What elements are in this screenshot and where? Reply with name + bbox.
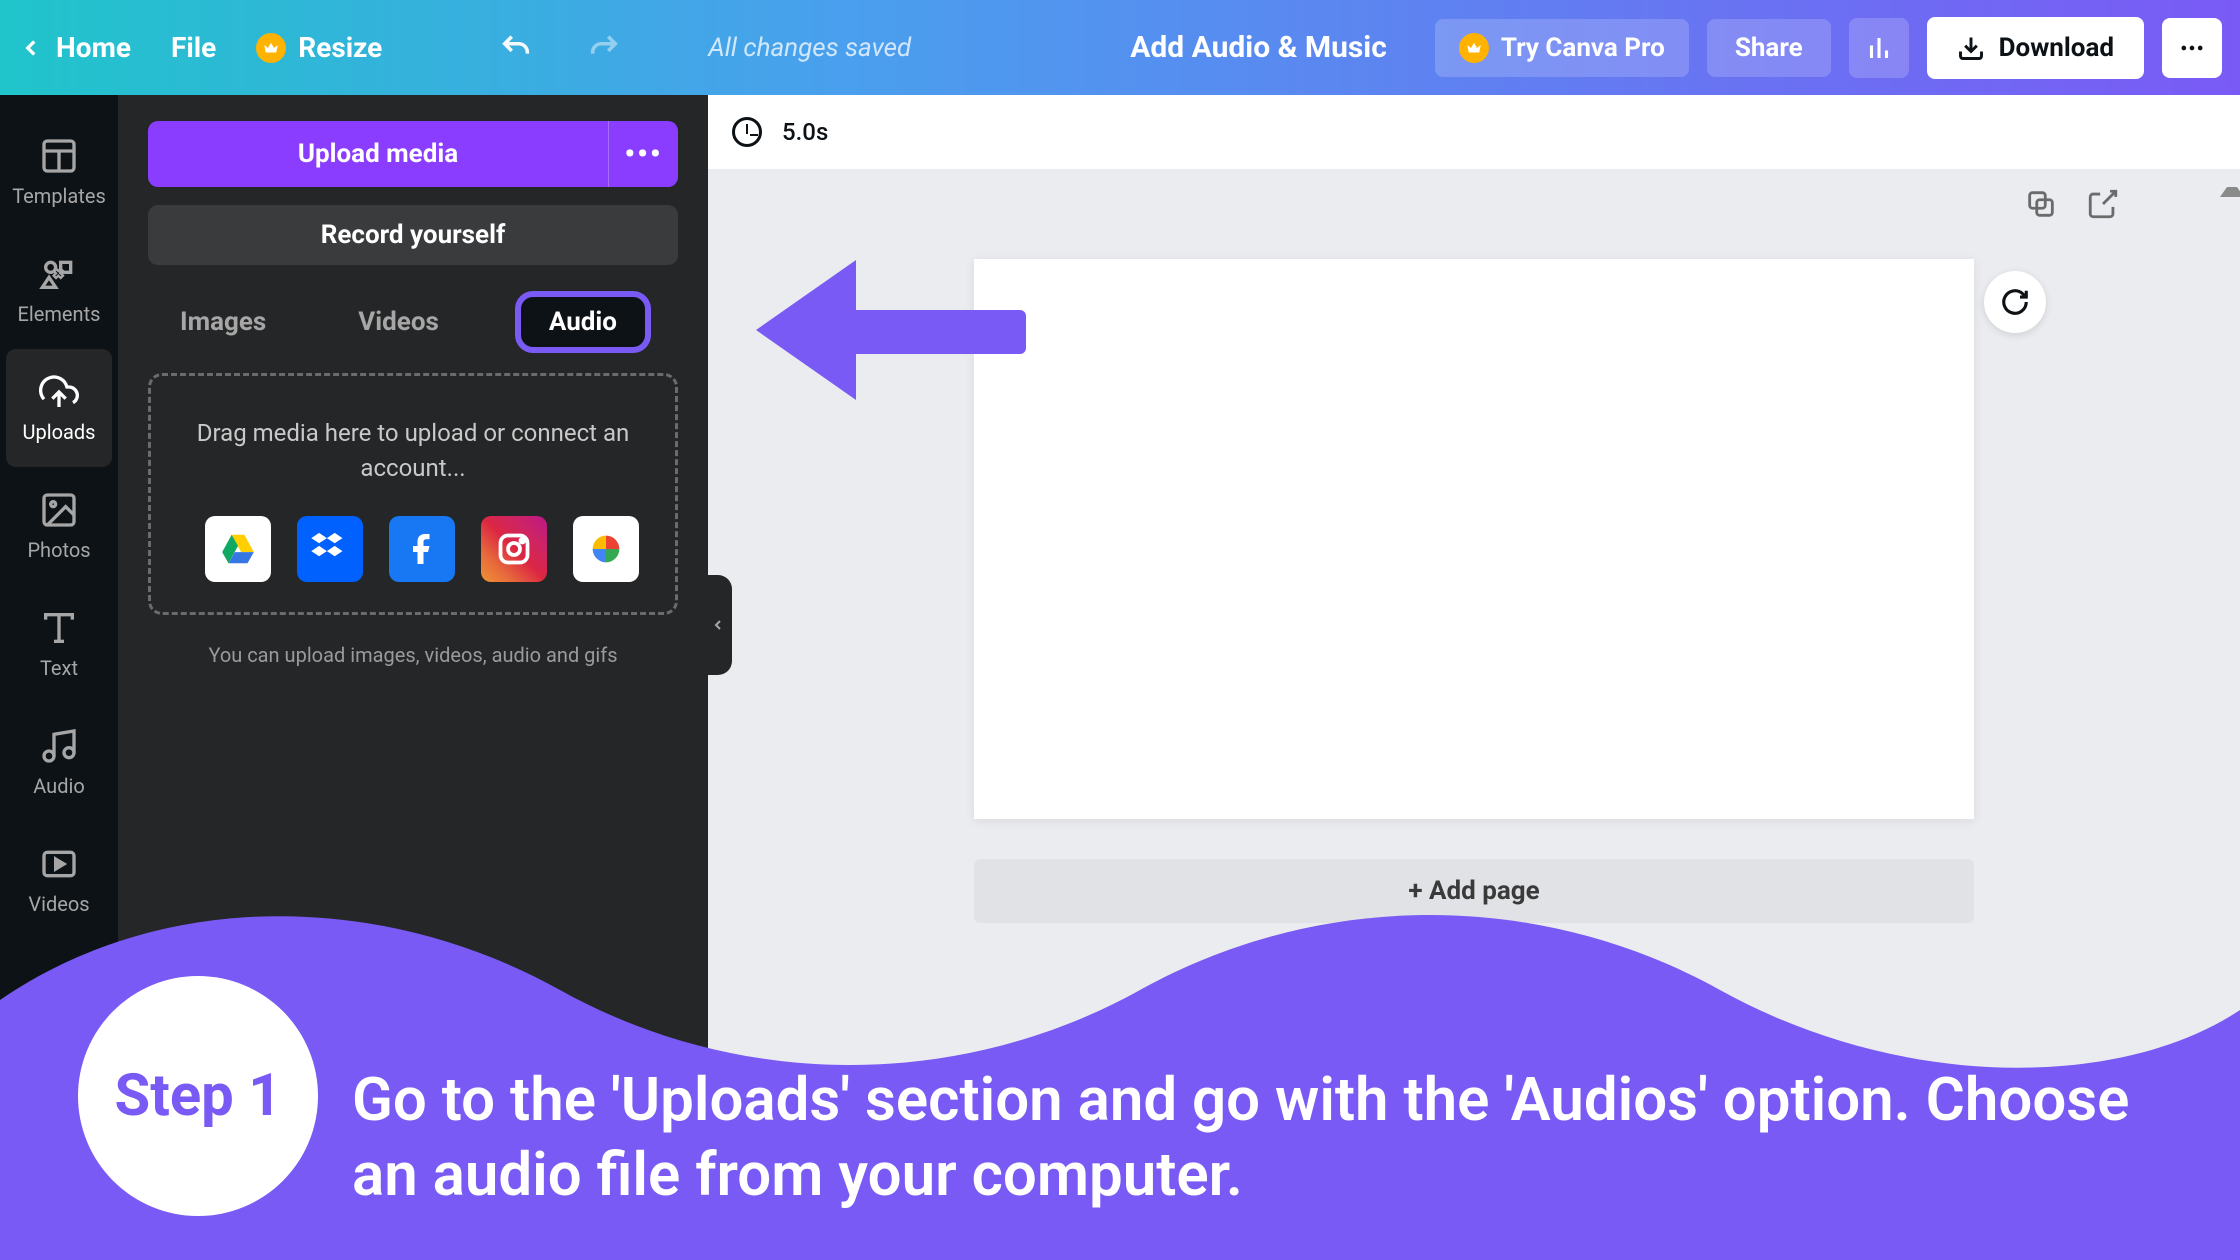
resize-button[interactable]: Resize: [256, 31, 382, 64]
connect-instagram[interactable]: [481, 516, 547, 582]
connect-facebook[interactable]: [389, 516, 455, 582]
more-horizontal-icon: [2178, 34, 2206, 62]
rail-uploads[interactable]: Uploads: [6, 349, 112, 467]
try-pro-button[interactable]: Try Canva Pro: [1435, 19, 1689, 77]
redo-icon: [587, 31, 621, 65]
facebook-icon: [404, 531, 440, 567]
bar-chart-icon: [1864, 33, 1894, 63]
duplicate-page-icon[interactable]: [2024, 187, 2058, 221]
upload-media-button[interactable]: Upload media: [148, 121, 608, 187]
photos-icon: [39, 490, 79, 530]
undo-icon: [499, 31, 533, 65]
crown-icon: [256, 33, 286, 63]
text-icon: [39, 608, 79, 648]
chevron-left-icon: [18, 35, 44, 61]
upload-more-button[interactable]: •••: [608, 121, 678, 187]
share-button[interactable]: Share: [1707, 19, 1831, 77]
document-title[interactable]: Add Audio & Music: [1130, 30, 1387, 65]
tab-audio[interactable]: Audio: [515, 291, 651, 353]
annotation-arrow: [756, 260, 1024, 400]
file-label: File: [171, 31, 216, 64]
rail-elements-label: Elements: [18, 302, 101, 326]
tab-videos[interactable]: Videos: [342, 297, 455, 347]
save-status: All changes saved: [708, 33, 911, 63]
upload-dropzone[interactable]: Drag media here to upload or connect an …: [148, 373, 678, 615]
rail-audio[interactable]: Audio: [6, 703, 112, 821]
refresh-icon: [2000, 287, 2030, 317]
rail-photos[interactable]: Photos: [6, 467, 112, 585]
step-badge: Step 1: [78, 976, 318, 1216]
download-icon: [1957, 34, 1985, 62]
download-label: Download: [1999, 33, 2114, 63]
crown-icon: [1459, 33, 1489, 63]
upload-hint: You can upload images, videos, audio and…: [148, 643, 678, 667]
insights-button[interactable]: [1849, 18, 1909, 78]
canvas-toolbar: 5.0s: [708, 95, 2240, 169]
record-yourself-button[interactable]: Record yourself: [148, 205, 678, 265]
top-bar: Home File Resize All changes saved Add A…: [0, 0, 2240, 95]
connect-google-drive[interactable]: [205, 516, 271, 582]
elements-icon: [39, 254, 79, 294]
dropbox-icon: [310, 529, 350, 569]
instagram-icon: [496, 531, 532, 567]
rail-audio-label: Audio: [33, 774, 85, 798]
home-button[interactable]: Home: [18, 31, 131, 64]
home-label: Home: [56, 31, 131, 64]
rail-templates-label: Templates: [12, 184, 106, 208]
instruction-overlay: Step 1 Go to the 'Uploads' section and g…: [0, 880, 2240, 1260]
audio-icon: [39, 726, 79, 766]
upload-media-label: Upload media: [298, 139, 458, 169]
videos-icon: [39, 844, 79, 884]
clock-icon: [732, 117, 762, 147]
more-horizontal-icon: •••: [624, 137, 662, 172]
share-label: Share: [1735, 33, 1803, 63]
duration-value[interactable]: 5.0s: [782, 118, 828, 146]
google-drive-icon: [219, 530, 257, 568]
file-menu[interactable]: File: [171, 31, 216, 64]
regenerate-button[interactable]: [1984, 271, 2046, 333]
google-photos-icon: [586, 529, 626, 569]
uploads-tabs: Images Videos Audio: [148, 291, 678, 373]
redo-button[interactable]: [580, 24, 628, 72]
dropzone-text: Drag media here to upload or connect an …: [175, 416, 651, 486]
rail-uploads-label: Uploads: [23, 420, 96, 444]
canvas-page[interactable]: [974, 259, 1974, 819]
instruction-text: Go to the 'Uploads' section and go with …: [352, 1062, 2192, 1212]
try-pro-label: Try Canva Pro: [1501, 33, 1665, 63]
connect-google-photos[interactable]: [573, 516, 639, 582]
record-yourself-label: Record yourself: [321, 220, 506, 250]
tab-images[interactable]: Images: [164, 297, 282, 347]
open-external-icon[interactable]: [2086, 187, 2120, 221]
more-menu-button[interactable]: [2162, 18, 2222, 78]
rail-elements[interactable]: Elements: [6, 231, 112, 349]
step-label: Step 1: [115, 1062, 282, 1130]
templates-icon: [39, 136, 79, 176]
rail-text-label: Text: [40, 656, 78, 680]
rail-templates[interactable]: Templates: [6, 113, 112, 231]
uploads-icon: [39, 372, 79, 412]
resize-label: Resize: [298, 31, 382, 64]
rail-photos-label: Photos: [27, 538, 90, 562]
download-button[interactable]: Download: [1927, 17, 2144, 79]
connect-dropbox[interactable]: [297, 516, 363, 582]
undo-button[interactable]: [492, 24, 540, 72]
rail-text[interactable]: Text: [6, 585, 112, 703]
